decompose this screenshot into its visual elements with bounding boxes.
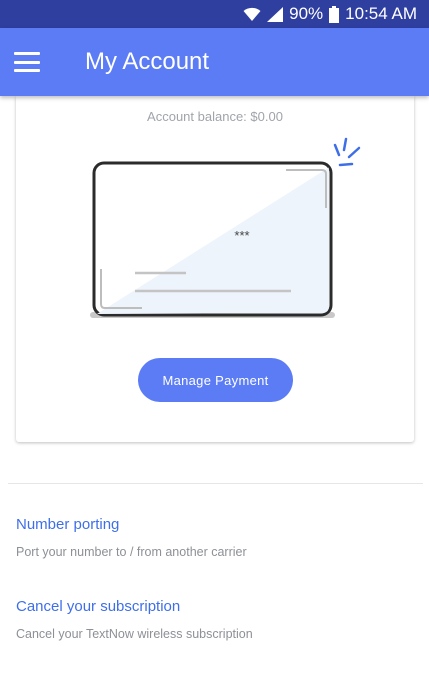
- number-porting-option[interactable]: Number porting Port your number to / fro…: [16, 516, 247, 559]
- cancel-subscription-title[interactable]: Cancel your subscription: [16, 598, 253, 615]
- payment-card-panel: Account balance: $0.00 *** Manage Paymen…: [16, 96, 414, 442]
- signal-icon: [267, 6, 284, 22]
- app-bar: My Account: [0, 28, 429, 96]
- hamburger-menu-icon[interactable]: [14, 52, 40, 72]
- account-balance: Account balance: $0.00: [147, 109, 283, 124]
- cancel-subscription-option[interactable]: Cancel your subscription Cancel your Tex…: [16, 598, 253, 641]
- divider: [8, 483, 423, 484]
- battery-percent: 90%: [289, 4, 324, 23]
- page-title: My Account: [85, 48, 210, 75]
- manage-payment-button[interactable]: Manage Payment: [138, 358, 293, 402]
- sparkle-line: [342, 137, 348, 152]
- number-porting-subtitle: Port your number to / from another carri…: [16, 545, 247, 559]
- card-masked-number: ***: [234, 228, 249, 243]
- number-porting-title[interactable]: Number porting: [16, 516, 247, 533]
- status-time: 10:54 AM: [345, 4, 417, 23]
- sparkle-line: [338, 162, 354, 167]
- status-bar: 90% 10:54 AM: [0, 0, 429, 28]
- battery-icon: [329, 5, 340, 23]
- cancel-subscription-subtitle: Cancel your TextNow wireless subscriptio…: [16, 627, 253, 641]
- sparkle-line: [333, 143, 341, 157]
- wifi-icon: [243, 7, 261, 22]
- credit-card-illustration: ***: [88, 136, 368, 331]
- sparkle-line: [347, 146, 361, 159]
